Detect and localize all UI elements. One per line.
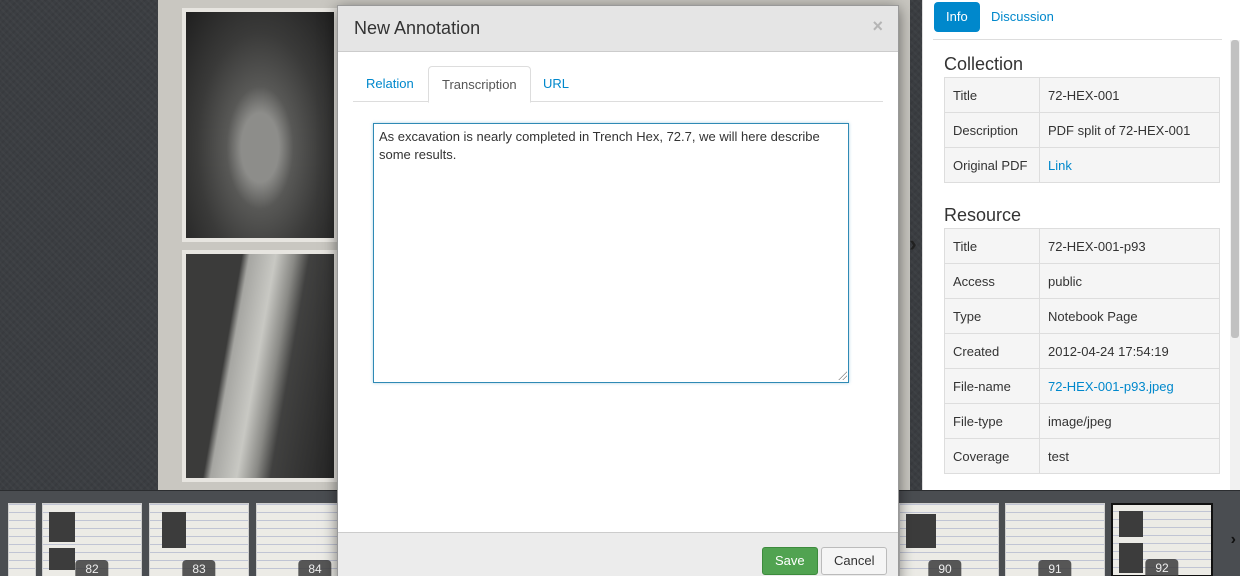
chevron-right-icon[interactable]: ›: [905, 232, 921, 256]
tab-discussion[interactable]: Discussion: [979, 2, 1066, 32]
row-key: Title: [944, 228, 1040, 264]
transcription-textarea[interactable]: As excavation is nearly completed in Tre…: [373, 123, 849, 383]
close-icon[interactable]: ×: [872, 16, 883, 37]
thumbnail-number: 91: [1038, 560, 1072, 576]
collection-table: Title 72-HEX-001 Description PDF split o…: [944, 77, 1220, 183]
sidebar-scrollbar[interactable]: [1230, 40, 1240, 490]
row-value: public: [1039, 263, 1220, 299]
thumbnail-number: 84: [298, 560, 332, 576]
excavation-photo-top: [182, 8, 338, 242]
table-row: File-type image/jpeg: [944, 403, 1220, 439]
thumbnail-number: 92: [1145, 559, 1179, 576]
row-value: test: [1039, 438, 1220, 474]
table-row: Original PDF Link: [944, 147, 1220, 183]
thumbnail-number: 90: [928, 560, 962, 576]
thumbnail[interactable]: 82: [42, 503, 142, 576]
thumbnail-number: 82: [75, 560, 109, 576]
thumbnail-number: 83: [182, 560, 216, 576]
row-key: File-type: [944, 403, 1040, 439]
table-row: Coverage test: [944, 438, 1220, 474]
thumbnail[interactable]: 91: [1005, 503, 1105, 576]
info-sidebar: Info Discussion Collection Title 72-HEX-…: [922, 0, 1240, 490]
row-key: Created: [944, 333, 1040, 369]
row-value: PDF split of 72-HEX-001: [1039, 112, 1220, 148]
annotation-tabs: Relation Transcription URL: [353, 66, 883, 103]
row-key: Type: [944, 298, 1040, 334]
sidebar-tabs: Info Discussion: [933, 2, 1222, 40]
thumbnail-active[interactable]: 92: [1111, 503, 1213, 576]
save-button[interactable]: Save: [762, 547, 818, 575]
table-row: Access public: [944, 263, 1220, 299]
row-value: image/jpeg: [1039, 403, 1220, 439]
tab-transcription[interactable]: Transcription: [428, 66, 531, 103]
scrollbar-thumb[interactable]: [1231, 40, 1239, 338]
resource-table: Title 72-HEX-001-p93 Access public Type …: [944, 228, 1220, 474]
row-key: File-name: [944, 368, 1040, 404]
row-value: Notebook Page: [1039, 298, 1220, 334]
thumbnail[interactable]: 90: [899, 503, 999, 576]
row-key: Description: [944, 112, 1040, 148]
row-key: Access: [944, 263, 1040, 299]
row-key: Original PDF: [944, 147, 1040, 183]
resource-heading: Resource: [944, 205, 1022, 225]
new-annotation-dialog: New Annotation × Relation Transcription …: [337, 5, 899, 576]
row-value: 2012-04-24 17:54:19: [1039, 333, 1220, 369]
tab-info[interactable]: Info: [934, 2, 980, 32]
row-value: 72-HEX-001: [1039, 77, 1220, 113]
table-row: Type Notebook Page: [944, 298, 1220, 334]
table-row: Created 2012-04-24 17:54:19: [944, 333, 1220, 369]
row-value: 72-HEX-001-p93: [1039, 228, 1220, 264]
original-pdf-link[interactable]: Link: [1048, 158, 1072, 173]
tab-url[interactable]: URL: [530, 66, 582, 102]
table-row: Title 72-HEX-001-p93: [944, 228, 1220, 264]
row-key: Coverage: [944, 438, 1040, 474]
table-row: File-name 72-HEX-001-p93.jpeg: [944, 368, 1220, 404]
table-row: Description PDF split of 72-HEX-001: [944, 112, 1220, 148]
dialog-title: New Annotation: [354, 18, 481, 38]
collection-heading: Collection: [944, 54, 1024, 74]
row-key: Title: [944, 77, 1040, 113]
thumbnail[interactable]: 83: [149, 503, 249, 576]
dialog-footer: Save Cancel: [338, 532, 898, 576]
cancel-button[interactable]: Cancel: [821, 547, 888, 575]
file-name-link[interactable]: 72-HEX-001-p93.jpeg: [1048, 379, 1174, 394]
chevron-right-icon[interactable]: ›: [1231, 531, 1236, 549]
thumbnail[interactable]: 84: [256, 503, 338, 576]
table-row: Title 72-HEX-001: [944, 77, 1220, 113]
dialog-header: New Annotation ×: [338, 6, 898, 52]
tab-relation[interactable]: Relation: [353, 66, 427, 102]
excavation-photo-bottom: [182, 250, 338, 482]
thumbnail[interactable]: [8, 503, 36, 576]
